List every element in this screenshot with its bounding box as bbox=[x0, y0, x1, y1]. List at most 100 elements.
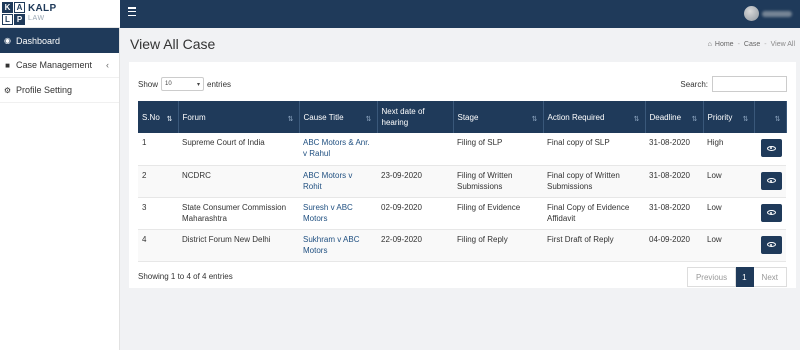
cell-cause-title[interactable]: ABC Motors v Rohit bbox=[299, 165, 377, 198]
column-label: Cause Title bbox=[303, 112, 344, 122]
user-menu[interactable] bbox=[744, 6, 792, 21]
logo-letter: A bbox=[14, 2, 25, 13]
next-button[interactable]: Next bbox=[753, 267, 787, 287]
column-label: Priority bbox=[707, 112, 733, 122]
dashboard-icon: ◉ bbox=[4, 36, 11, 45]
cell-cause-title[interactable]: ABC Motors & Anr. v Rahul bbox=[299, 133, 377, 166]
eye-icon bbox=[767, 210, 776, 215]
cell-action-required: Final copy of SLP bbox=[543, 133, 645, 166]
previous-button[interactable]: Previous bbox=[686, 267, 737, 287]
cell-stage: Filing of SLP bbox=[453, 133, 543, 166]
sort-icon: ⇅ bbox=[287, 116, 294, 123]
sidebar-item-case-management[interactable]: ■ Case Management ‹ bbox=[0, 53, 119, 78]
pagination: Previous 1 Next bbox=[686, 267, 787, 287]
eye-icon bbox=[767, 178, 776, 183]
cell-actions bbox=[754, 229, 786, 262]
search-input[interactable] bbox=[712, 76, 787, 92]
table-info: Showing 1 to 4 of 4 entries bbox=[138, 272, 233, 281]
cell-deadline: 04-09-2020 bbox=[645, 229, 703, 262]
logo-letter: P bbox=[14, 14, 25, 25]
view-button[interactable] bbox=[761, 203, 782, 222]
cell-next-date: 02-09-2020 bbox=[377, 197, 453, 230]
column-header-next-date[interactable]: Next date of hearing bbox=[377, 101, 454, 133]
view-button[interactable] bbox=[761, 235, 782, 254]
cell-sno: 3 bbox=[138, 197, 178, 230]
entries-select[interactable]: 10 ▾ bbox=[161, 77, 205, 91]
cases-card: Show 10 ▾ entries Search: S.No ⇅ Forum ⇅ C… bbox=[129, 62, 796, 288]
view-button[interactable] bbox=[761, 171, 782, 190]
user-name-blurred bbox=[762, 10, 792, 17]
breadcrumb-case[interactable]: Case bbox=[744, 41, 760, 48]
column-header-sno[interactable]: S.No ⇅ bbox=[138, 101, 179, 133]
logo-letter: L bbox=[2, 14, 13, 25]
sort-icon: ⇅ bbox=[691, 116, 698, 123]
cell-next-date: 23-09-2020 bbox=[377, 165, 453, 198]
column-label: Stage bbox=[457, 112, 479, 122]
column-label: Forum bbox=[182, 112, 206, 122]
cell-stage: Filing of Evidence bbox=[453, 197, 543, 230]
page-button-1[interactable]: 1 bbox=[736, 267, 754, 287]
brand-text: KALP LAW bbox=[28, 4, 56, 23]
table-header-row: S.No ⇅ Forum ⇅ Cause Title ⇅ Next date of h… bbox=[138, 101, 787, 133]
table-row: 1 Supreme Court of India ABC Motors & An… bbox=[138, 133, 786, 166]
breadcrumb-separator: - bbox=[737, 41, 740, 48]
brand-logo[interactable]: K A L P KALP LAW bbox=[0, 0, 120, 28]
cell-priority: Low bbox=[703, 229, 754, 262]
cell-stage: Filing of Reply bbox=[453, 229, 543, 262]
top-navbar bbox=[120, 0, 800, 28]
entries-control: Show 10 ▾ entries bbox=[138, 77, 231, 91]
cell-cause-title[interactable]: Sukhram v ABC Motors bbox=[299, 229, 377, 262]
cell-deadline: 31-08-2020 bbox=[645, 165, 703, 198]
cell-priority: Low bbox=[703, 165, 754, 198]
breadcrumb: ⌂ Home - Case - View All bbox=[708, 41, 795, 48]
cell-sno: 2 bbox=[138, 165, 178, 198]
sidebar-item-label: Case Management bbox=[16, 60, 93, 70]
avatar[interactable] bbox=[744, 6, 759, 21]
brand-name: KALP bbox=[28, 3, 57, 14]
sidebar-item-dashboard[interactable]: ◉ Dashboard bbox=[0, 28, 119, 53]
search-control: Search: bbox=[680, 76, 787, 92]
table-row: 3 State Consumer Commission Maharashtra … bbox=[138, 197, 786, 230]
sort-asc-icon: ⇅ bbox=[166, 116, 173, 123]
chevron-left-icon: ‹ bbox=[106, 60, 109, 70]
sidebar-item-profile-setting[interactable]: ⚙ Profile Setting bbox=[0, 78, 119, 103]
cell-action-required: Final copy of Written Submissions bbox=[543, 165, 645, 198]
sort-icon: ⇅ bbox=[633, 116, 640, 123]
cell-priority: Low bbox=[703, 197, 754, 230]
cell-actions bbox=[754, 133, 786, 166]
search-label: Search: bbox=[680, 79, 708, 89]
breadcrumb-home[interactable]: Home bbox=[715, 41, 734, 48]
breadcrumb-separator: - bbox=[764, 41, 767, 48]
column-header-actions[interactable]: ⇅ bbox=[754, 101, 787, 133]
page-title: View All Case bbox=[130, 36, 216, 52]
sidebar: ◉ Dashboard ■ Case Management ‹ ⚙ Profil… bbox=[0, 28, 120, 350]
column-label: Next date of hearing bbox=[381, 107, 425, 127]
briefcase-icon: ■ bbox=[5, 60, 10, 70]
column-label: Action Required bbox=[547, 112, 605, 122]
cell-next-date bbox=[377, 133, 453, 166]
cell-deadline: 31-08-2020 bbox=[645, 197, 703, 230]
sidebar-item-label: Profile Setting bbox=[16, 85, 73, 95]
column-header-stage[interactable]: Stage ⇅ bbox=[453, 101, 544, 133]
logo-letter: K bbox=[2, 2, 13, 13]
eye-icon bbox=[767, 242, 776, 247]
logo-mark: K A L P bbox=[2, 2, 25, 25]
column-label: Deadline bbox=[649, 112, 682, 122]
sort-icon: ⇅ bbox=[365, 116, 372, 123]
cell-forum: State Consumer Commission Maharashtra bbox=[178, 197, 299, 230]
table-row: 4 District Forum New Delhi Sukhram v ABC… bbox=[138, 229, 786, 262]
column-header-cause-title[interactable]: Cause Title ⇅ bbox=[299, 101, 378, 133]
cell-forum: NCDRC bbox=[178, 165, 299, 198]
column-header-deadline[interactable]: Deadline ⇅ bbox=[645, 101, 704, 133]
cell-cause-title[interactable]: Suresh v ABC Motors bbox=[299, 197, 377, 230]
table-row: 2 NCDRC ABC Motors v Rohit 23-09-2020 Fi… bbox=[138, 165, 786, 198]
view-button[interactable] bbox=[761, 139, 782, 157]
column-header-priority[interactable]: Priority ⇅ bbox=[703, 101, 755, 133]
hamburger-icon[interactable] bbox=[128, 7, 136, 17]
breadcrumb-current: View All bbox=[770, 41, 795, 48]
column-header-forum[interactable]: Forum ⇅ bbox=[178, 101, 300, 133]
entries-value: 10 bbox=[165, 81, 172, 87]
column-header-action-required[interactable]: Action Required ⇅ bbox=[543, 101, 646, 133]
cases-table: S.No ⇅ Forum ⇅ Cause Title ⇅ Next date of h… bbox=[138, 101, 787, 262]
entries-label: entries bbox=[207, 79, 232, 89]
